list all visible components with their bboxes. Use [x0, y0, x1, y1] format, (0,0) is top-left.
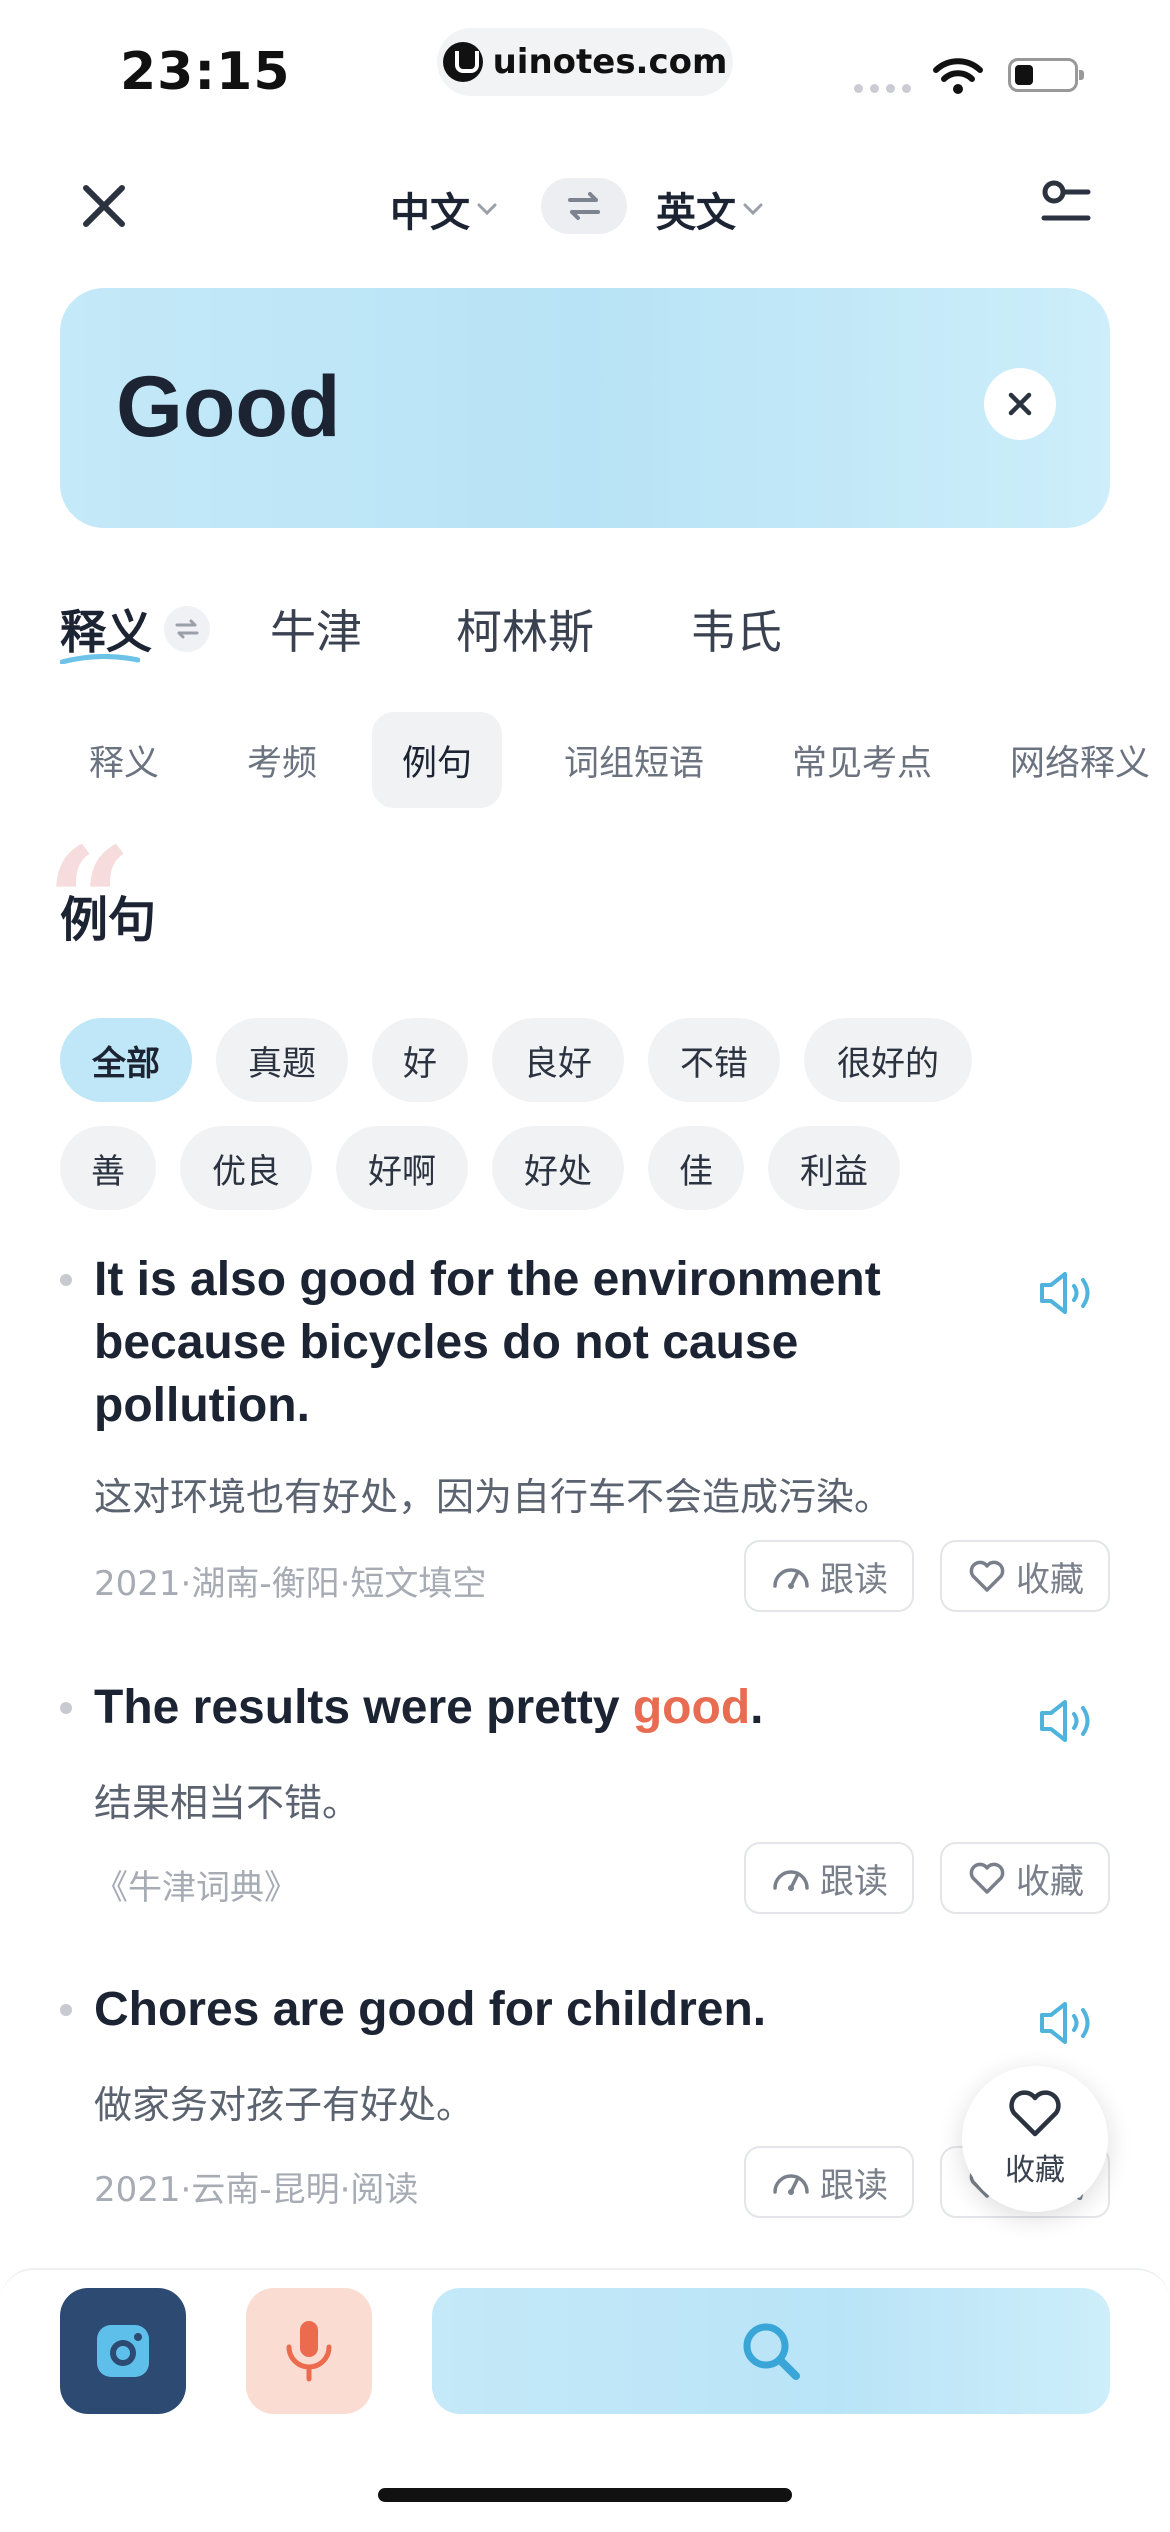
section-tab-examples[interactable]: 例句	[372, 712, 502, 808]
home-indicator	[378, 2488, 792, 2502]
example-chinese: 做家务对孩子有好处。	[94, 2083, 475, 2127]
example-text: The results were pretty	[94, 1681, 633, 1734]
url-text: uinotes.com	[492, 42, 728, 82]
follow-read-button[interactable]: 跟读	[744, 1842, 914, 1914]
follow-read-label: 跟读	[820, 2165, 888, 2206]
example-highlight: good	[632, 1681, 751, 1734]
status-time: 23:15	[120, 42, 291, 102]
example-chinese: 这对环境也有好处，因为自行车不会造成污染。	[94, 1475, 893, 1519]
heart-icon	[1009, 2090, 1061, 2137]
follow-read-button[interactable]: 跟读	[744, 1540, 914, 1612]
search-button[interactable]	[432, 2288, 1110, 2414]
filter-chip[interactable]: 优良	[180, 1126, 312, 1210]
section-tabs: 释义 考频 例句 词组短语 常见考点 网络释义	[60, 712, 1170, 808]
example-source: 2021·湖南-衡阳·短文填空	[94, 1564, 487, 1604]
microphone-icon	[286, 2321, 332, 2382]
chevron-down-icon	[743, 203, 763, 216]
example-english-line: pollution.	[94, 1379, 310, 1432]
swap-icon	[175, 619, 199, 639]
example-english-line: It is also good for the environment	[94, 1253, 881, 1306]
filter-chip[interactable]: 利益	[768, 1126, 900, 1210]
filter-chip[interactable]: 佳	[648, 1126, 744, 1210]
battery-icon	[1008, 58, 1084, 92]
active-tab-underline	[60, 654, 140, 664]
clear-icon	[1008, 392, 1032, 416]
search-query[interactable]: Good	[116, 358, 341, 457]
search-icon	[743, 2323, 800, 2380]
microphone-button[interactable]	[246, 2288, 372, 2414]
filter-chip[interactable]: 很好的	[804, 1018, 972, 1102]
favorite-label: 收藏	[1016, 1559, 1084, 1600]
status-bar: 23:15 uinotes.com	[0, 0, 1170, 140]
filter-chip[interactable]: 真题	[216, 1018, 348, 1102]
signal-icon	[854, 84, 911, 93]
camera-icon	[97, 2325, 149, 2377]
dict-switch-button[interactable]	[164, 606, 210, 652]
example-source: 2021·云南-昆明·阅读	[94, 2170, 419, 2210]
swap-language-button[interactable]	[541, 178, 627, 234]
chevron-down-icon	[477, 203, 497, 216]
follow-read-icon	[773, 1568, 809, 1589]
favorite-button[interactable]: 收藏	[940, 1842, 1110, 1914]
url-pill[interactable]: uinotes.com	[437, 28, 733, 96]
dictionary-page: 23:15 uinotes.com 中文 英文 Good 释义 牛津 柯林斯 韦…	[0, 0, 1170, 2532]
follow-read-icon	[773, 1870, 809, 1891]
target-language-select[interactable]: 英文	[656, 180, 764, 238]
floating-favorite-label: 收藏	[1005, 2153, 1065, 2188]
example-chinese: 结果相当不错。	[94, 1781, 361, 1825]
filter-chip-all[interactable]: 全部	[60, 1018, 192, 1102]
dict-tab-definition[interactable]: 释义	[60, 596, 152, 662]
bullet	[60, 1702, 72, 1714]
bullet	[60, 2004, 72, 2016]
filter-chip[interactable]: 良好	[492, 1018, 624, 1102]
site-logo-icon	[442, 42, 483, 82]
follow-read-label: 跟读	[820, 1559, 888, 1600]
example-english-line: because bicycles do not cause	[94, 1316, 799, 1369]
follow-read-label: 跟读	[820, 1861, 888, 1902]
speaker-icon[interactable]	[1036, 1998, 1098, 2048]
filter-chip[interactable]: 不错	[648, 1018, 780, 1102]
example-text: .	[750, 1681, 764, 1734]
speaker-icon[interactable]	[1036, 1268, 1098, 1318]
close-icon[interactable]	[78, 180, 130, 232]
speaker-icon[interactable]	[1036, 1696, 1098, 1746]
section-tab-phrases[interactable]: 词组短语	[534, 712, 734, 808]
camera-button[interactable]	[60, 2288, 186, 2414]
source-language-select[interactable]: 中文	[390, 180, 498, 238]
section-tab-exam-points[interactable]: 常见考点	[762, 712, 962, 808]
dict-tab-oxford[interactable]: 牛津	[270, 596, 362, 662]
favorite-button[interactable]: 收藏	[940, 1540, 1110, 1612]
favorite-label: 收藏	[1016, 1861, 1084, 1902]
filter-chip[interactable]: 善	[60, 1126, 156, 1210]
dict-tab-webster[interactable]: 韦氏	[690, 596, 782, 662]
clear-button[interactable]	[984, 368, 1056, 440]
bullet	[60, 1274, 72, 1286]
example-english: It is also good for the environment beca…	[94, 1248, 974, 1437]
heart-icon	[969, 1560, 1005, 1592]
dictionary-tabs: 释义 牛津 柯林斯 韦氏	[60, 596, 1110, 666]
heart-icon	[969, 1862, 1005, 1894]
example-source: 《牛津词典》	[94, 1868, 298, 1908]
search-box[interactable]: Good	[60, 288, 1110, 528]
filter-chip[interactable]: 好处	[492, 1126, 624, 1210]
section-tab-definition[interactable]: 释义	[60, 712, 188, 808]
swap-icon	[568, 192, 600, 220]
follow-read-icon	[773, 2174, 809, 2195]
target-language-label: 英文	[656, 190, 736, 236]
floating-favorite-button[interactable]: 收藏	[962, 2066, 1108, 2212]
follow-read-button[interactable]: 跟读	[744, 2146, 914, 2218]
source-language-label: 中文	[390, 190, 470, 236]
section-tab-frequency[interactable]: 考频	[218, 712, 346, 808]
dict-tab-collins[interactable]: 柯林斯	[456, 596, 594, 662]
section-heading: 例句	[60, 892, 157, 948]
section-tab-web[interactable]: 网络释义	[990, 712, 1170, 808]
settings-icon[interactable]	[1040, 178, 1092, 232]
wifi-icon	[933, 58, 983, 94]
example-english: Chores are good for children.	[94, 1983, 767, 2036]
filter-chip[interactable]: 好	[372, 1018, 468, 1102]
filter-chip[interactable]: 好啊	[336, 1126, 468, 1210]
example-english: The results were pretty good.	[94, 1676, 974, 1739]
